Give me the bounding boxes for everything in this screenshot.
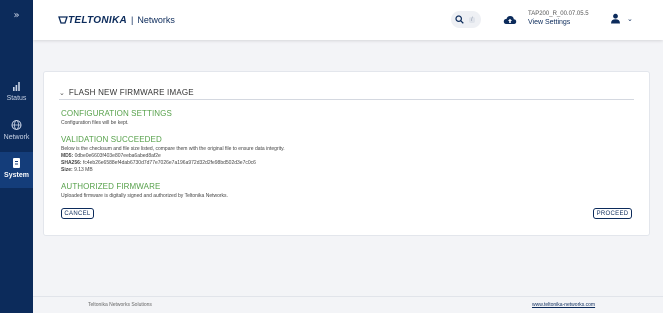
firmware-update-button[interactable] [503, 13, 517, 31]
authorized-firmware-title: AUTHORIZED FIRMWARE [61, 182, 161, 191]
flash-firmware-card: ⌄ FLASH NEW FIRMWARE IMAGE CONFIGURATION… [43, 71, 650, 236]
chevron-down-icon: ⌄ [627, 14, 633, 23]
cloud-upload-icon [503, 16, 517, 24]
status-bars-icon [0, 79, 33, 93]
size-label: Size: [61, 167, 73, 173]
brand-separator: | [131, 15, 134, 25]
sidebar-item-status[interactable]: Status [0, 75, 33, 111]
md5-row: MD5: 0dbe0e6603f403e807eeba6abed8af2e [61, 153, 161, 159]
system-icon [0, 156, 33, 170]
sidebar-item-label: Status [6, 95, 27, 102]
md5-value: 0dbe0e6603f403e807eeba6abed8af2e [74, 153, 161, 159]
validation-title: VALIDATION SUCCEEDED [61, 135, 162, 144]
sha256-label: SHA256: [61, 160, 82, 166]
search-shortcut-key: / [469, 16, 475, 23]
firmware-version: TAP200_R_00.07.05.5 [528, 11, 589, 17]
authorized-firmware-text: Uploaded firmware is digitally signed an… [61, 193, 228, 199]
size-value: 9.13 MB [74, 167, 93, 173]
firmware-info: TAP200_R_00.07.05.5 View Settings [528, 11, 589, 26]
sha256-value: fc4eb26e6588ef4dab6730d7d77e7026e7a196a9… [82, 160, 256, 166]
sidebar-item-label: Network [3, 134, 30, 141]
user-menu-button[interactable]: ⌄ [610, 13, 633, 24]
md5-label: MD5: [61, 153, 74, 159]
top-bar: TELTONIKA | Networks / TAP200_R_00.07.05… [33, 0, 663, 40]
validation-text: Below is the checksum and file size list… [61, 146, 285, 152]
sidebar-item-network[interactable]: Network [0, 114, 33, 150]
brand-name: TELTONIKA [68, 14, 127, 26]
chevron-down-icon: ⌄ [59, 88, 65, 97]
brand-suffix: Networks [137, 15, 175, 25]
sidebar-expand-button[interactable]: » [0, 10, 33, 21]
footer-company: Teltonika Networks Solutions [88, 302, 152, 308]
sidebar-item-label: System [4, 172, 29, 179]
teltonika-logo-icon [58, 16, 68, 24]
globe-icon [0, 118, 33, 132]
sha256-row: SHA256: fc4eb26e6588ef4dab6730d7d77e7026… [61, 160, 256, 166]
footer-website-link[interactable]: www.teltonika-networks.com [532, 302, 595, 308]
view-settings-link[interactable]: View Settings [528, 19, 589, 26]
cancel-button[interactable]: CANCEL [61, 208, 94, 219]
sidebar: » Status Network System [0, 0, 33, 313]
configuration-settings-title: CONFIGURATION SETTINGS [61, 109, 172, 118]
search-button[interactable]: / [451, 11, 481, 28]
size-row: Size: 9.13 MB [61, 167, 93, 173]
user-icon [611, 13, 620, 24]
footer: Teltonika Networks Solutions www.teltoni… [33, 296, 663, 313]
configuration-settings-text: Configuration files will be kept. [61, 120, 129, 126]
proceed-button[interactable]: PROCEED [593, 208, 632, 219]
card-title: FLASH NEW FIRMWARE IMAGE [68, 88, 194, 97]
search-icon [455, 15, 464, 24]
sidebar-item-system[interactable]: System [0, 152, 33, 188]
card-header[interactable]: ⌄ FLASH NEW FIRMWARE IMAGE [59, 86, 634, 100]
teltonika-logo[interactable]: TELTONIKA | Networks [58, 13, 175, 27]
